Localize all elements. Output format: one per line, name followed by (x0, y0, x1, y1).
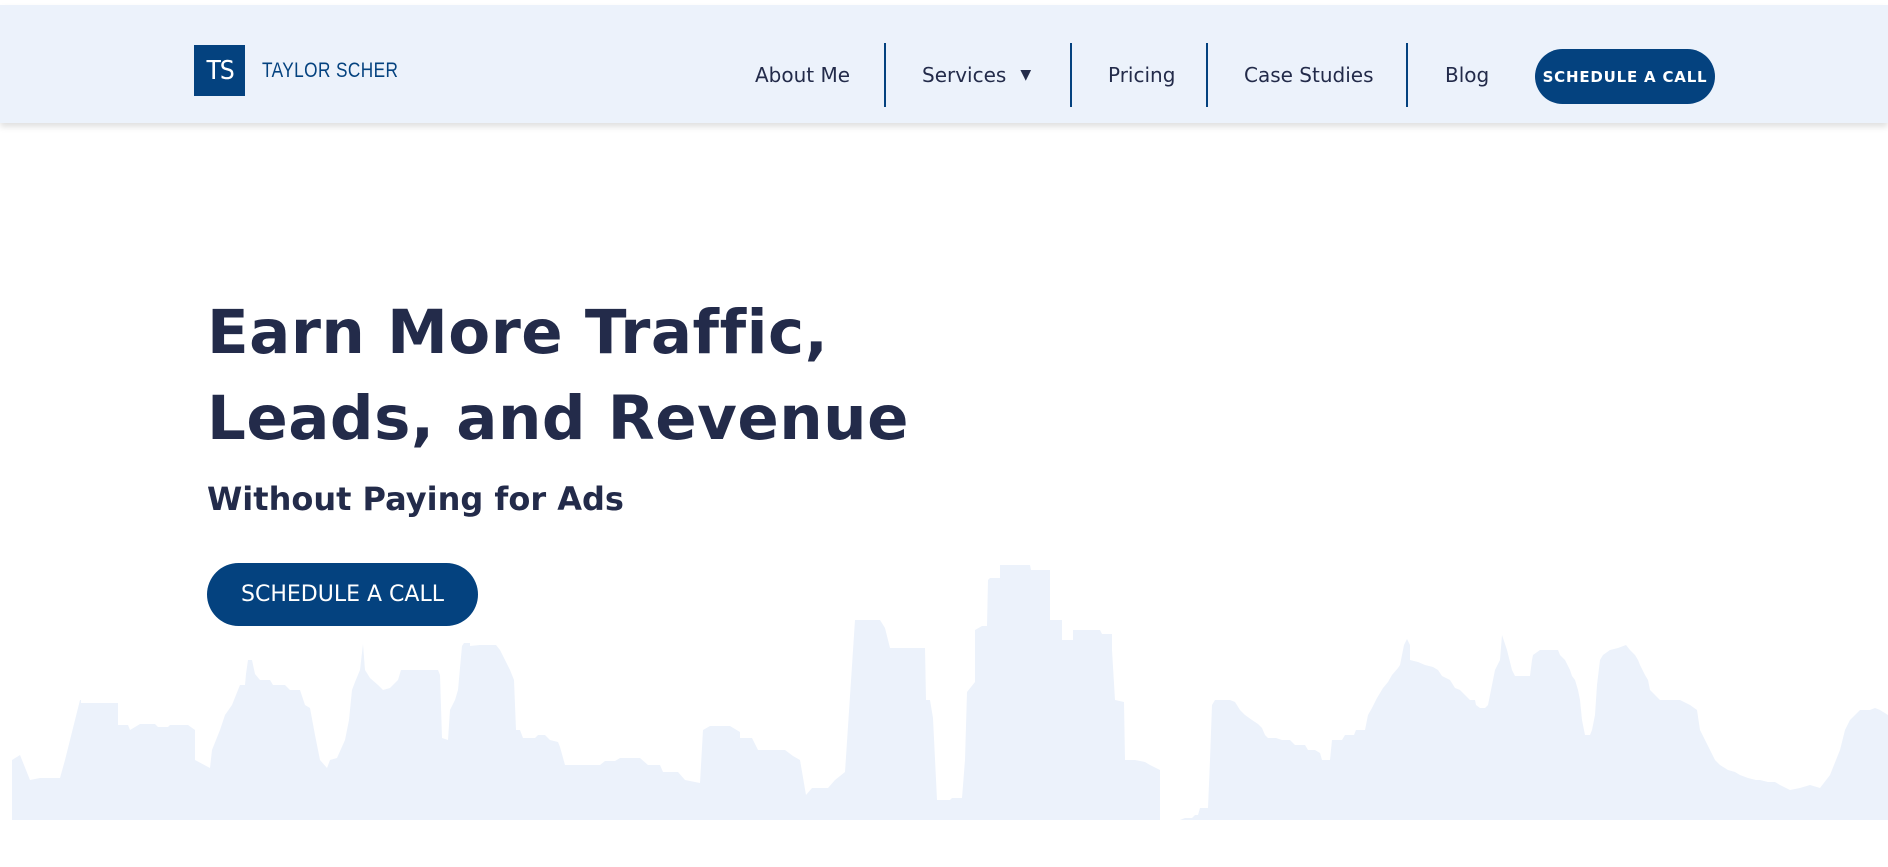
header-schedule-call-button[interactable]: SCHEDULE A CALL (1535, 49, 1715, 104)
nav-link-blog[interactable]: Blog (1445, 43, 1489, 107)
hero-subtitle: Without Paying for Ads (207, 480, 624, 518)
caret-down-icon: ▼ (1020, 67, 1032, 83)
nav-divider (884, 43, 886, 107)
nav-divider (1206, 43, 1208, 107)
nav-link-pricing[interactable]: Pricing (1108, 43, 1175, 107)
nav-divider (1070, 43, 1072, 107)
hero-section: Earn More Traffic, Leads, and Revenue Wi… (207, 290, 909, 626)
site-header: TS TAYLOR SCHER About Me Services ▼ Pric… (0, 5, 1888, 123)
nav-link-case-studies[interactable]: Case Studies (1244, 43, 1374, 107)
nav-divider (1406, 43, 1408, 107)
hero-title-line-1: Earn More Traffic, (207, 297, 829, 368)
hero-schedule-call-button[interactable]: SCHEDULE A CALL (207, 563, 478, 626)
nav-link-about-me[interactable]: About Me (755, 43, 850, 107)
hero-title-line-2: Leads, and Revenue (207, 383, 909, 454)
nav-services-label: Services (922, 63, 1007, 87)
nav-link-services[interactable]: Services ▼ (922, 43, 1031, 107)
